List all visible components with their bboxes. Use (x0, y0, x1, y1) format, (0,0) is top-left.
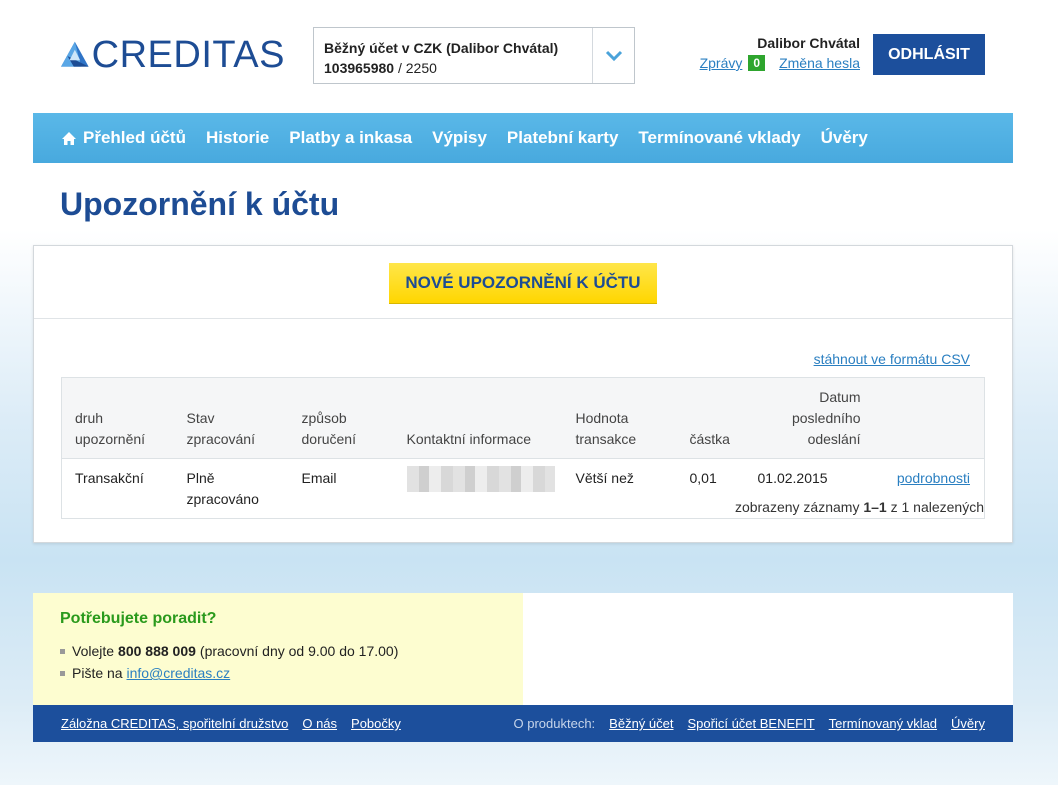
pager-range: 1–1 (863, 499, 887, 515)
home-icon (62, 131, 76, 145)
help-phone-line: Volejte 800 888 009 (pracovní dny od 9.0… (60, 640, 496, 662)
page-title: Upozornění k účtu (60, 186, 340, 222)
footer-link-current-account[interactable]: Běžný účet (609, 716, 673, 731)
col-header-contact: Kontaktní informace (393, 377, 563, 459)
footer-link-term-deposit[interactable]: Termínovaný vklad (829, 716, 937, 731)
cell-type: Transakční (75, 470, 144, 486)
footer-link-about[interactable]: O nás (302, 716, 337, 731)
nav-item-statements[interactable]: Výpisy (432, 128, 487, 148)
bullet-icon (60, 648, 65, 654)
cell-status: Plně zpracováno (186, 470, 259, 507)
nav-item-loans[interactable]: Úvěry (821, 128, 868, 148)
main-nav: Přehled účtů Historie Platby a inkasa Vý… (33, 113, 1013, 163)
nav-item-overview[interactable]: Přehled účtů (61, 128, 186, 148)
nav-item-payments[interactable]: Platby a inkasa (289, 128, 412, 148)
footer-link-branches[interactable]: Pobočky (351, 716, 401, 731)
new-alert-button[interactable]: NOVÉ UPOZORNĚNÍ K ÚČTU (389, 263, 657, 303)
redacted-contact (406, 466, 555, 492)
footer-link-savings[interactable]: Spořicí účet BENEFIT (688, 716, 815, 731)
help-title: Potřebujete poradit? (60, 610, 217, 627)
footer-link-company[interactable]: Záložna CREDITAS, spořitelní družstvo (61, 716, 288, 731)
footer-link-loans[interactable]: Úvěry (951, 716, 985, 731)
details-link[interactable]: podrobnosti (897, 470, 970, 486)
alerts-table: druh upozornění Stav zpracování způsob d… (61, 377, 985, 519)
col-header-actions (868, 377, 985, 459)
help-section: Potřebujete poradit? Volejte 800 888 009… (33, 593, 1013, 705)
cell-condition: Větší než (575, 470, 634, 486)
bank-code: / 2250 (394, 60, 437, 76)
nav-item-cards[interactable]: Platební karty (507, 128, 619, 148)
col-header-status: Stav zpracování (173, 377, 289, 459)
messages-count-badge: 0 (748, 55, 766, 71)
user-name: Dalibor Chvátal (757, 35, 860, 51)
col-header-last-sent: Datum posledního odeslání (744, 377, 869, 459)
footer: Záložna CREDITAS, spořitelní družstvo O … (33, 705, 1013, 742)
chevron-down-icon[interactable] (592, 28, 634, 83)
account-number: 103965980 (324, 60, 395, 76)
creditas-logo-icon (61, 41, 89, 67)
help-phone: 800 888 009 (118, 643, 196, 659)
nav-item-term-deposits[interactable]: Termínované vklady (638, 128, 800, 148)
logo-text: CREDITAS (91, 33, 285, 76)
account-name: Běžný účet v CZK (Dalibor Chvátal) (324, 40, 559, 56)
nav-item-label: Přehled účtů (83, 128, 186, 147)
help-email-line: Pište na info@creditas.cz (60, 662, 496, 684)
col-header-condition: Hodnota transakce (562, 377, 677, 459)
table-header-row: druh upozornění Stav zpracování způsob d… (61, 377, 985, 459)
bullet-icon (60, 670, 65, 676)
csv-download-link[interactable]: stáhnout ve formátu CSV (814, 351, 970, 367)
messages-link[interactable]: Zprávy (700, 55, 743, 71)
footer-products-label: O produktech: (513, 716, 596, 731)
cell-contact (394, 459, 563, 519)
creditas-logo[interactable]: CREDITAS (60, 26, 285, 84)
account-number-line: 103965980 / 2250 (324, 58, 558, 78)
user-box: Dalibor Chvátal Zprávy 0 Změna hesla (690, 35, 860, 71)
cell-delivery: Email (301, 470, 337, 486)
col-header-delivery: způsob doručení (288, 377, 394, 459)
logout-button[interactable]: ODHLÁSIT (873, 34, 985, 75)
nav-item-history[interactable]: Historie (206, 128, 269, 148)
alerts-panel: NOVÉ UPOZORNĚNÍ K ÚČTU stáhnout ve formá… (33, 245, 1013, 543)
pagination-info: zobrazeny záznamy 1–1 z 1 nalezených (734, 499, 984, 515)
help-email-link[interactable]: info@creditas.cz (126, 662, 230, 684)
col-header-amount: částka (676, 377, 745, 459)
help-box: Potřebujete poradit? Volejte 800 888 009… (33, 593, 523, 705)
change-password-link[interactable]: Změna hesla (779, 55, 860, 71)
account-selector[interactable]: Běžný účet v CZK (Dalibor Chvátal) 10396… (313, 27, 635, 84)
col-header-type: druh upozornění (61, 377, 174, 459)
